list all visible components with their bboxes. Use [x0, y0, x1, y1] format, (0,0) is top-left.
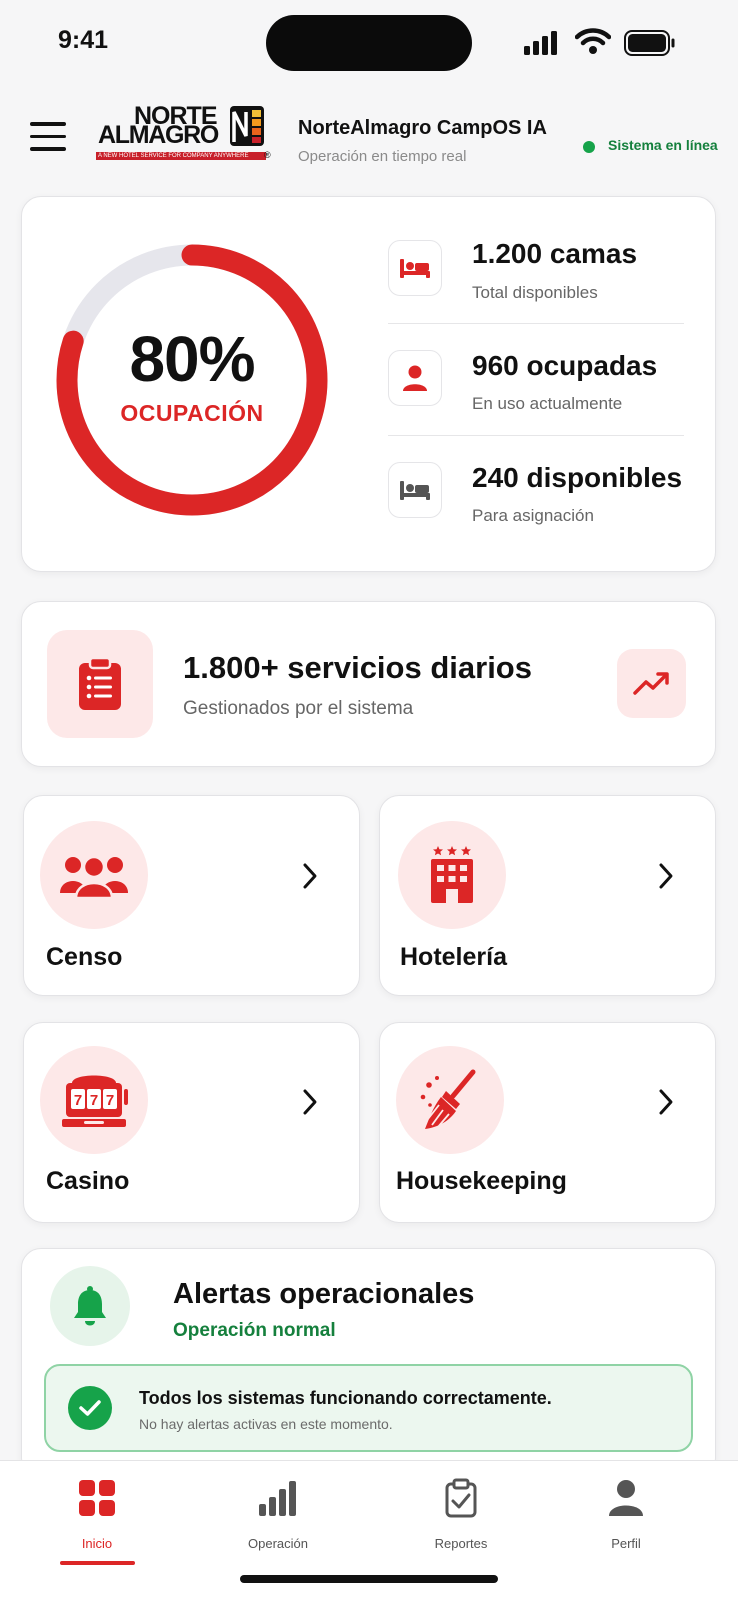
stat-available-caption: Para asignación	[472, 506, 594, 525]
chevron-right-icon	[659, 1089, 673, 1115]
alert-message-subtitle: No hay alertas activas en este momento.	[139, 1416, 393, 1432]
stat-total-beds-caption: Total disponibles	[472, 283, 598, 302]
hotel-icon	[431, 846, 473, 903]
module-tile-casino[interactable]: 7 7 7 Casino	[23, 1022, 360, 1223]
chevron-right-icon	[303, 863, 317, 889]
tab-label: Operación	[248, 1536, 308, 1551]
trend-button[interactable]	[617, 649, 686, 718]
stat-beds-icon-box	[388, 240, 442, 296]
svg-text:7: 7	[106, 1092, 114, 1109]
divider	[388, 323, 684, 324]
online-status-text: Sistema en línea	[608, 137, 718, 153]
module-label-housekeeping: Housekeeping	[396, 1167, 567, 1195]
dynamic-island	[266, 15, 472, 71]
services-title: 1.800+ servicios diarios	[183, 650, 532, 685]
user-icon	[609, 1480, 643, 1516]
person-icon	[403, 365, 427, 391]
stat-occupied-icon-box	[388, 350, 442, 406]
menu-line	[30, 147, 66, 151]
alerts-title: Alertas operacionales	[173, 1278, 475, 1310]
occupancy-percent: 80%	[129, 323, 255, 395]
tab-label: Perfil	[611, 1536, 641, 1551]
module-icon-circle	[396, 1046, 504, 1154]
tab-label: Inicio	[81, 1536, 113, 1551]
menu-line	[30, 122, 66, 126]
services-subtitle: Gestionados por el sistema	[183, 698, 414, 719]
check-icon	[79, 1400, 101, 1416]
module-icon-circle	[40, 821, 148, 929]
svg-text:7: 7	[74, 1092, 82, 1109]
slot-machine-icon: 7 7 7	[62, 1075, 128, 1127]
tab-operacion[interactable]: Operación	[218, 1478, 338, 1558]
bed-icon	[400, 481, 430, 500]
alert-message-title: Todos los sistemas funcionando correctam…	[139, 1388, 552, 1408]
stat-occupied-caption: En uso actualmente	[472, 394, 623, 413]
clipboard-check-icon	[445, 1478, 477, 1518]
stat-available-beds: 240 disponibles	[472, 462, 683, 493]
trend-up-icon	[632, 671, 669, 695]
stat-available-icon-box	[388, 462, 442, 518]
app-subtitle: Operación en tiempo real	[298, 148, 467, 165]
group-icon	[60, 855, 128, 899]
menu-line	[30, 134, 66, 138]
bell-icon	[74, 1286, 106, 1326]
brand-logo: NORTE ALMAGRO A NEW HOTEL SERVICE FOR CO…	[96, 104, 274, 164]
alerts-status: Operación normal	[173, 1320, 336, 1341]
wifi-icon	[575, 28, 611, 54]
tab-perfil[interactable]: Perfil	[566, 1478, 686, 1558]
app-title: NorteAlmagro CampOS IA	[298, 117, 547, 139]
module-label-casino: Casino	[46, 1167, 130, 1195]
active-tab-indicator	[60, 1561, 135, 1565]
module-label-censo: Censo	[46, 943, 123, 971]
module-label-hoteleria: Hotelería	[400, 943, 507, 971]
chevron-right-icon	[303, 1089, 317, 1115]
menu-button[interactable]	[30, 122, 66, 151]
tab-inicio[interactable]: Inicio	[37, 1478, 157, 1558]
cellular-signal-icon	[524, 31, 557, 55]
module-tile-censo[interactable]: Censo	[23, 795, 360, 996]
module-tile-hoteleria[interactable]: Hotelería	[379, 795, 716, 996]
bars-icon	[259, 1481, 296, 1516]
logo-line2: ALMAGRO	[98, 121, 219, 149]
logo-registered: ®	[264, 150, 271, 160]
chevron-right-icon	[659, 863, 673, 889]
battery-icon	[624, 30, 675, 56]
stat-total-beds: 1.200 camas	[472, 238, 638, 269]
bed-icon	[400, 259, 430, 278]
svg-text:7: 7	[90, 1092, 98, 1109]
divider	[388, 435, 684, 436]
occupancy-label: OCUPACIÓN	[120, 400, 264, 426]
module-tile-housekeeping[interactable]: Housekeeping	[379, 1022, 716, 1223]
online-status-dot	[583, 141, 595, 153]
home-indicator	[240, 1575, 498, 1583]
module-icon-circle: 7 7 7	[40, 1046, 148, 1154]
status-time: 9:41	[58, 26, 109, 54]
tab-label: Reportes	[434, 1536, 488, 1551]
grid-icon	[79, 1480, 115, 1516]
logo-tagline: A NEW HOTEL SERVICE FOR COMPANY ANYWHERE	[96, 152, 266, 160]
module-icon-circle	[398, 821, 506, 929]
stat-occupied-beds: 960 ocupadas	[472, 350, 658, 381]
services-icon-box	[47, 630, 153, 738]
alerts-icon-circle	[50, 1266, 130, 1346]
broom-icon	[420, 1069, 476, 1129]
clipboard-list-icon	[79, 656, 121, 710]
tab-reportes[interactable]: Reportes	[401, 1478, 521, 1558]
logo-mark-icon	[230, 106, 264, 146]
check-circle-icon	[68, 1386, 112, 1430]
